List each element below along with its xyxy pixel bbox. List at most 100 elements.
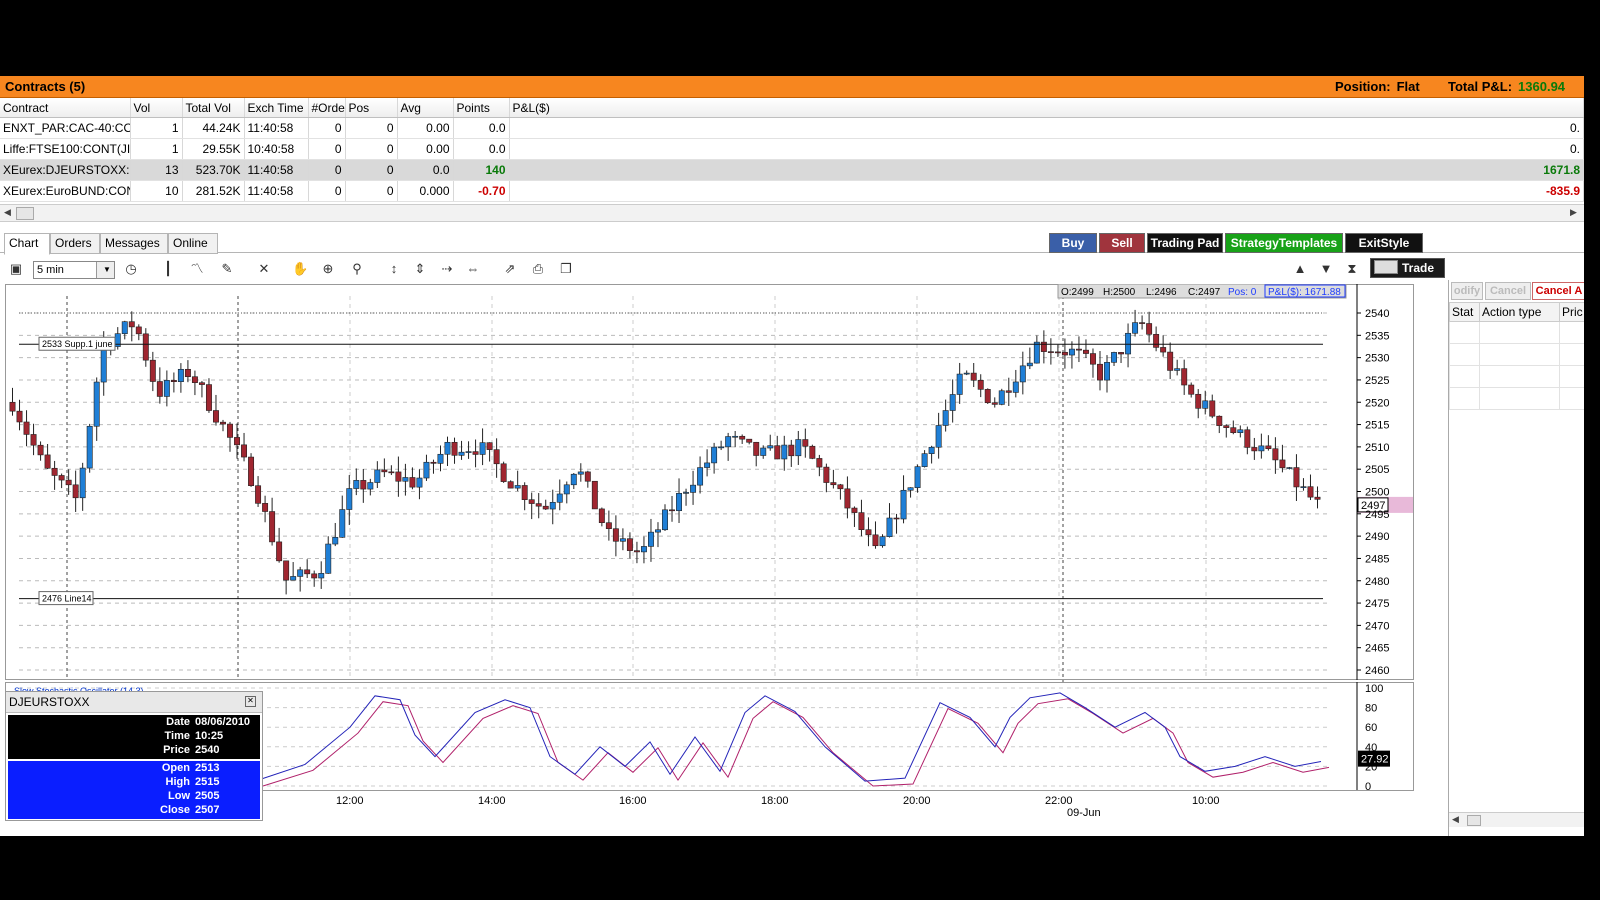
contract-row[interactable]: Liffe:FTSE100:CONT(JI 1 29.55K 10:40:58 0 0 0.…: [0, 138, 1584, 160]
candle-body: [177, 368, 184, 382]
interval-select[interactable]: 5 min ▼: [33, 261, 115, 279]
copy-icon[interactable]: ❐: [558, 261, 574, 277]
scroll-thumb[interactable]: [16, 207, 34, 220]
candle-body: [184, 368, 191, 378]
modify-button[interactable]: odify: [1451, 282, 1483, 300]
interval-value: 5 min: [37, 264, 64, 276]
chevron-down-icon[interactable]: ▼: [96, 262, 114, 278]
contract-row[interactable]: ENXT_PAR:CAC-40:CO 1 44.24K 11:40:58 0 0 0.00 0…: [0, 117, 1584, 139]
expand-horizontal-icon[interactable]: ⇔: [465, 261, 481, 277]
candle-body: [430, 461, 437, 464]
scale-vertical-icon[interactable]: ↕: [386, 261, 402, 277]
cancel-button[interactable]: Cancel: [1485, 282, 1531, 300]
col-header[interactable]: Vol: [130, 98, 183, 118]
arrow-up-icon[interactable]: ▲: [1292, 261, 1308, 277]
col-price[interactable]: Pric: [1559, 302, 1584, 322]
clock-icon[interactable]: ◷: [123, 261, 139, 277]
order-row[interactable]: [1449, 365, 1584, 388]
candle-body: [1244, 429, 1251, 448]
orders-hscroll[interactable]: ◀: [1449, 812, 1584, 827]
orders-panel: odify Cancel Cancel A Stat Action type P…: [1448, 280, 1584, 836]
col-header[interactable]: Pos: [345, 98, 398, 118]
candle-body: [1012, 381, 1019, 393]
col-header[interactable]: Avg: [397, 98, 454, 118]
candle-body: [65, 479, 72, 486]
chart-settings-icon[interactable]: ▣: [8, 261, 24, 277]
points-cell: 0.0: [453, 117, 510, 139]
tab-orders[interactable]: Orders: [50, 233, 100, 254]
tab-messages[interactable]: Messages: [100, 233, 168, 254]
candle-body: [142, 333, 149, 361]
candle-body: [16, 410, 23, 423]
contract-cell: XEurex:EuroBUND:CON: [0, 180, 131, 202]
candle-body: [1307, 486, 1314, 498]
candle-body: [802, 439, 809, 447]
candle-body: [809, 445, 816, 459]
scroll-thumb[interactable]: [1467, 815, 1481, 826]
trade-button[interactable]: Trade: [1370, 258, 1445, 278]
zoom-icon[interactable]: ⚲: [349, 261, 365, 277]
candle-body: [816, 458, 823, 468]
hand-icon[interactable]: ✋: [292, 261, 308, 277]
candle-body: [93, 381, 100, 427]
zoom-area-icon[interactable]: ⊕: [320, 261, 336, 277]
sell-button[interactable]: Sell: [1099, 233, 1145, 253]
price-tick-label: 2475: [1365, 598, 1389, 610]
candle-body: [388, 471, 395, 474]
candle-body: [718, 446, 725, 449]
contract-cell: XEurex:DJEURSTOXX:(: [0, 159, 131, 181]
candle-body: [1097, 363, 1103, 381]
order-row[interactable]: [1449, 321, 1584, 344]
orders-cell: 0: [308, 180, 346, 202]
tab-online[interactable]: Online: [168, 233, 218, 254]
strategy-templates-button[interactable]: StrategyTemplates: [1225, 233, 1343, 253]
tab-chart[interactable]: Chart: [4, 233, 50, 255]
col-header[interactable]: Points: [453, 98, 510, 118]
contract-row[interactable]: XEurex:EuroBUND:CON 10 281.52K 11:40:58 0 0 0.…: [0, 180, 1584, 202]
indicator-icon[interactable]: 〽: [189, 261, 205, 277]
scroll-left-icon[interactable]: ◀: [4, 207, 11, 218]
candle-body: [234, 437, 240, 446]
col-action-type[interactable]: Action type: [1479, 302, 1560, 322]
candle-body: [753, 441, 760, 456]
contracts-hscroll[interactable]: ◀ ▶: [0, 204, 1584, 222]
candle-body: [191, 376, 198, 383]
candle-body: [339, 509, 346, 538]
bar-type-icon[interactable]: ┃: [160, 261, 176, 277]
arrow-down-icon[interactable]: ▼: [1318, 261, 1334, 277]
print-icon[interactable]: ⎙: [530, 261, 546, 277]
buy-button[interactable]: Buy: [1049, 233, 1097, 253]
col-header[interactable]: P&L($): [509, 98, 1584, 118]
candle-body: [458, 451, 465, 456]
scroll-left-icon[interactable]: ◀: [1452, 814, 1459, 825]
candle-body: [1047, 351, 1054, 353]
hourglass-icon[interactable]: ⧗: [1344, 261, 1360, 277]
draw-tool-icon[interactable]: ✎: [219, 261, 235, 277]
col-header[interactable]: Exch Time: [244, 98, 309, 118]
col-header[interactable]: Contract: [0, 98, 131, 118]
col-header[interactable]: Total Vol: [182, 98, 245, 118]
scale-vertical-2-icon[interactable]: ⇕: [412, 261, 428, 277]
candle-body: [865, 529, 872, 536]
order-row[interactable]: [1449, 387, 1584, 410]
price-tick-label: 2460: [1365, 665, 1389, 677]
col-header[interactable]: #Orde: [308, 98, 346, 118]
candle-body: [704, 462, 711, 468]
candle-body: [549, 501, 556, 510]
scroll-right-icon[interactable]: ▶: [1570, 207, 1577, 218]
erase-tool-icon[interactable]: ✕: [256, 261, 272, 277]
info-time-label: Time: [164, 730, 190, 742]
cancel-all-button[interactable]: Cancel A: [1532, 282, 1584, 300]
close-icon[interactable]: ✕: [245, 696, 256, 707]
trading-pad-button[interactable]: Trading Pad: [1147, 233, 1223, 253]
order-row[interactable]: [1449, 343, 1584, 366]
export-icon[interactable]: ⇗: [502, 261, 518, 277]
time-tick-label: 22:00: [1045, 795, 1073, 807]
exit-style-button[interactable]: ExitStyle: [1345, 233, 1423, 253]
candle-body: [1293, 467, 1300, 488]
candle-body: [1265, 445, 1272, 450]
contract-row[interactable]: XEurex:DJEURSTOXX:(13 523.70K 11:40:58 0 0 0.…: [0, 159, 1584, 181]
candle-body: [37, 444, 44, 456]
col-status[interactable]: Stat: [1449, 302, 1480, 322]
shrink-horizontal-icon[interactable]: ⇢: [439, 261, 455, 277]
